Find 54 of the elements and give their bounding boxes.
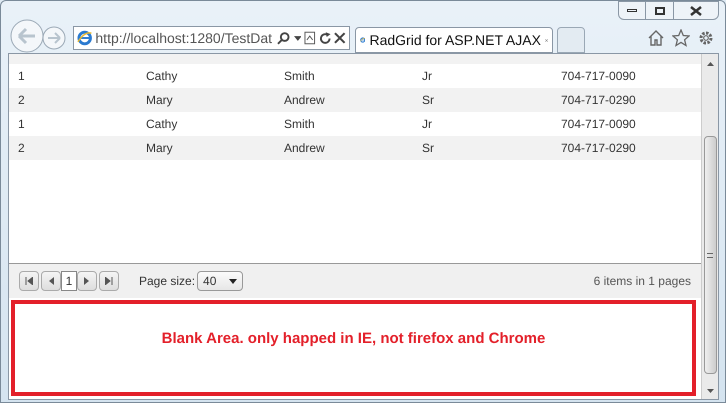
previous-page-icon — [48, 277, 54, 285]
table-cell-text: Andrew — [284, 140, 326, 157]
home-icon[interactable] — [647, 29, 665, 47]
table-cell-text: Andrew — [284, 92, 326, 109]
table-cell-text: Jr — [422, 116, 433, 133]
table-cell-text: Jr — [422, 68, 433, 85]
last-page-button[interactable] — [99, 271, 119, 291]
star-icon[interactable] — [672, 29, 690, 47]
table-cell-text: 704-717-0290 — [561, 140, 637, 157]
dropdown-icon — [229, 278, 238, 284]
back-button[interactable] — [9, 18, 45, 54]
table-cell-text: 2 — [17, 92, 26, 109]
page-number-button[interactable]: 1 — [61, 271, 77, 291]
table-cell-text: Smith — [284, 68, 316, 85]
table-cell-text: Sr — [422, 92, 435, 109]
scroll-up-icon[interactable] — [706, 62, 714, 66]
page-size-label: Page size: — [139, 273, 196, 290]
table-cell-text: Smith — [284, 116, 316, 133]
settings-icon[interactable] — [697, 29, 715, 47]
pager-summary: 6 items in 1 pages — [594, 273, 691, 290]
browser-tab[interactable]: RadGrid for ASP.NET AJAX — [355, 27, 553, 53]
first-page-icon — [25, 277, 33, 285]
first-page-button[interactable] — [19, 271, 39, 291]
close-button[interactable] — [673, 1, 719, 20]
last-page-icon — [105, 277, 113, 285]
maximize-button[interactable] — [646, 1, 673, 20]
table-cell-text: 704-717-0290 — [561, 92, 637, 109]
compatibility-icon[interactable] — [304, 31, 316, 45]
table-cell-text: 704-717-0090 — [561, 68, 637, 85]
table-cell-text: 704-717-0090 — [561, 116, 637, 133]
dropdown-icon[interactable] — [294, 36, 302, 40]
table-cell-text: Cathy — [146, 116, 178, 133]
close-icon[interactable] — [334, 32, 346, 44]
search-icon[interactable] — [277, 31, 291, 45]
scrollbar[interactable] — [701, 54, 718, 399]
table-cell-text: 1 — [17, 68, 26, 85]
address-bar[interactable]: http://localhost:1280/TestDat — [73, 26, 350, 50]
close-icon — [690, 6, 702, 16]
previous-page-button[interactable] — [41, 271, 61, 291]
page-size-dropdown[interactable]: 40 — [197, 271, 244, 291]
browser-icon — [77, 30, 92, 46]
url-text: http://localhost:1280/TestDat — [95, 28, 274, 48]
refresh-icon[interactable] — [318, 32, 332, 44]
minimize-button[interactable] — [618, 1, 646, 20]
note-text: Blank Area. only happed in IE, not firefox and Chrome — [162, 328, 546, 349]
table-cell-text: 2 — [17, 140, 26, 157]
table-cell-text: Cathy — [146, 68, 178, 85]
table-cell-text: Mary — [146, 92, 174, 109]
table-cell-text: Mary — [146, 140, 174, 157]
table-cell-text: Sr — [422, 140, 435, 157]
scroll-down-icon[interactable] — [706, 389, 714, 393]
next-page-button[interactable] — [77, 271, 97, 291]
table-cell-text: 1 — [17, 116, 26, 133]
next-page-icon — [84, 277, 90, 285]
